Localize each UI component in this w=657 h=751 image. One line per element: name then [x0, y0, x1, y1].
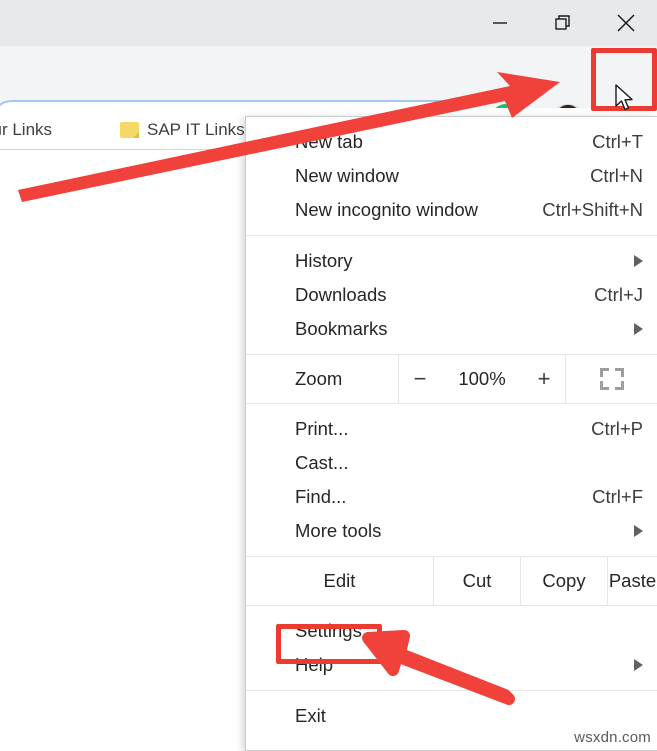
menu-item-shortcut: Ctrl+Shift+N — [542, 199, 643, 221]
menu-item-label: History — [295, 250, 353, 272]
menu-group-browsing: History Downloads Ctrl+J Bookmarks — [246, 235, 657, 354]
folder-icon — [120, 122, 139, 138]
menu-item-settings[interactable]: Settings — [246, 614, 657, 648]
menu-group-tools: Print... Ctrl+P Cast... Find... Ctrl+F M… — [246, 404, 657, 556]
menu-item-label: Exit — [295, 705, 326, 727]
bookmark-item-concur-links[interactable]: cur Links — [0, 118, 52, 142]
chevron-right-icon — [634, 659, 643, 671]
menu-item-label: Settings — [295, 620, 362, 642]
restore-icon — [552, 12, 574, 34]
menu-item-new-tab[interactable]: New tab Ctrl+T — [246, 125, 657, 159]
menu-item-label: New tab — [295, 131, 363, 153]
close-icon — [613, 10, 639, 36]
menu-item-print[interactable]: Print... Ctrl+P — [246, 412, 657, 446]
minimize-icon — [489, 12, 511, 34]
minimize-button[interactable] — [468, 0, 531, 46]
menu-item-shortcut: Ctrl+J — [594, 284, 643, 306]
menu-item-find[interactable]: Find... Ctrl+F — [246, 480, 657, 514]
menu-item-help[interactable]: Help — [246, 648, 657, 682]
zoom-label-text: Zoom — [295, 368, 342, 390]
menu-item-shortcut: Ctrl+F — [592, 486, 643, 508]
menu-item-bookmarks[interactable]: Bookmarks — [246, 312, 657, 346]
fullscreen-button[interactable] — [566, 355, 657, 403]
copy-button[interactable]: Copy — [520, 557, 607, 605]
watermark: wsxdn.com — [574, 729, 651, 746]
chevron-right-icon — [634, 525, 643, 537]
menu-item-history[interactable]: History — [246, 244, 657, 278]
menu-group-edit: Edit Cut Copy Paste — [246, 556, 657, 606]
bookmark-item-sap-it-links[interactable]: SAP IT Links — [120, 118, 245, 142]
menu-item-label: Downloads — [295, 284, 387, 306]
window-title-bar — [0, 0, 657, 46]
paste-button[interactable]: Paste — [607, 557, 657, 605]
menu-item-label: New incognito window — [295, 199, 478, 221]
bookmark-label: SAP IT Links — [147, 120, 245, 140]
zoom-in-button[interactable]: + — [535, 366, 553, 392]
restore-button[interactable] — [531, 0, 594, 46]
menu-group-settings: Settings Help — [246, 606, 657, 690]
fullscreen-icon — [600, 368, 624, 390]
menu-item-cast[interactable]: Cast... — [246, 446, 657, 480]
zoom-controls: − 100% + — [398, 355, 566, 403]
zoom-out-button[interactable]: − — [411, 366, 429, 392]
mouse-cursor-icon — [614, 84, 636, 114]
menu-item-label: Bookmarks — [295, 318, 388, 340]
menu-item-new-window[interactable]: New window Ctrl+N — [246, 159, 657, 193]
edit-label: Edit — [246, 557, 433, 605]
menu-item-label: Help — [295, 654, 333, 676]
menu-item-exit[interactable]: Exit — [246, 699, 657, 733]
menu-item-label: Find... — [295, 486, 346, 508]
menu-item-label: Print... — [295, 418, 348, 440]
chevron-right-icon — [634, 323, 643, 335]
menu-item-new-incognito-window[interactable]: New incognito window Ctrl+Shift+N — [246, 193, 657, 227]
bookmark-label: cur Links — [0, 120, 52, 140]
menu-group-zoom: Zoom − 100% + — [246, 354, 657, 404]
menu-item-downloads[interactable]: Downloads Ctrl+J — [246, 278, 657, 312]
menu-item-shortcut: Ctrl+T — [592, 131, 643, 153]
screenshot-root: off cur Links SAP IT Links New tab — [0, 0, 657, 751]
cut-button[interactable]: Cut — [433, 557, 520, 605]
menu-item-label: More tools — [295, 520, 381, 542]
close-button[interactable] — [594, 0, 657, 46]
chevron-right-icon — [634, 255, 643, 267]
menu-item-shortcut: Ctrl+P — [591, 418, 643, 440]
browser-toolbar: off — [0, 46, 657, 108]
chrome-main-menu: New tab Ctrl+T New window Ctrl+N New inc… — [245, 116, 657, 751]
menu-item-label: Cast... — [295, 452, 348, 474]
zoom-label: Zoom — [246, 355, 398, 403]
menu-item-label: New window — [295, 165, 399, 187]
zoom-level-value: 100% — [453, 368, 511, 390]
window-controls — [468, 0, 657, 46]
menu-item-more-tools[interactable]: More tools — [246, 514, 657, 548]
menu-group-new: New tab Ctrl+T New window Ctrl+N New inc… — [246, 117, 657, 235]
menu-item-shortcut: Ctrl+N — [590, 165, 643, 187]
